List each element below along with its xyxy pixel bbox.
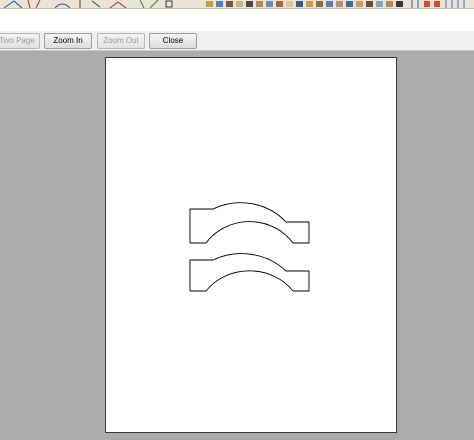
arch-bracket-shape-2 xyxy=(189,253,310,292)
arch-bracket-shape-1 xyxy=(189,202,310,244)
preview-page xyxy=(105,57,397,433)
preview-drawing xyxy=(189,202,310,292)
two-page-button[interactable]: Two Page xyxy=(0,33,40,49)
zoom-in-button[interactable]: Zoom In xyxy=(44,33,92,49)
background-app-icons xyxy=(3,0,465,8)
print-preview-toolbar: Two Page Zoom In Zoom Out Close xyxy=(0,31,474,51)
preview-header-space xyxy=(0,9,474,31)
close-button[interactable]: Close xyxy=(149,33,197,49)
zoom-out-button[interactable]: Zoom Out xyxy=(97,33,145,49)
background-app-strip xyxy=(0,0,474,9)
